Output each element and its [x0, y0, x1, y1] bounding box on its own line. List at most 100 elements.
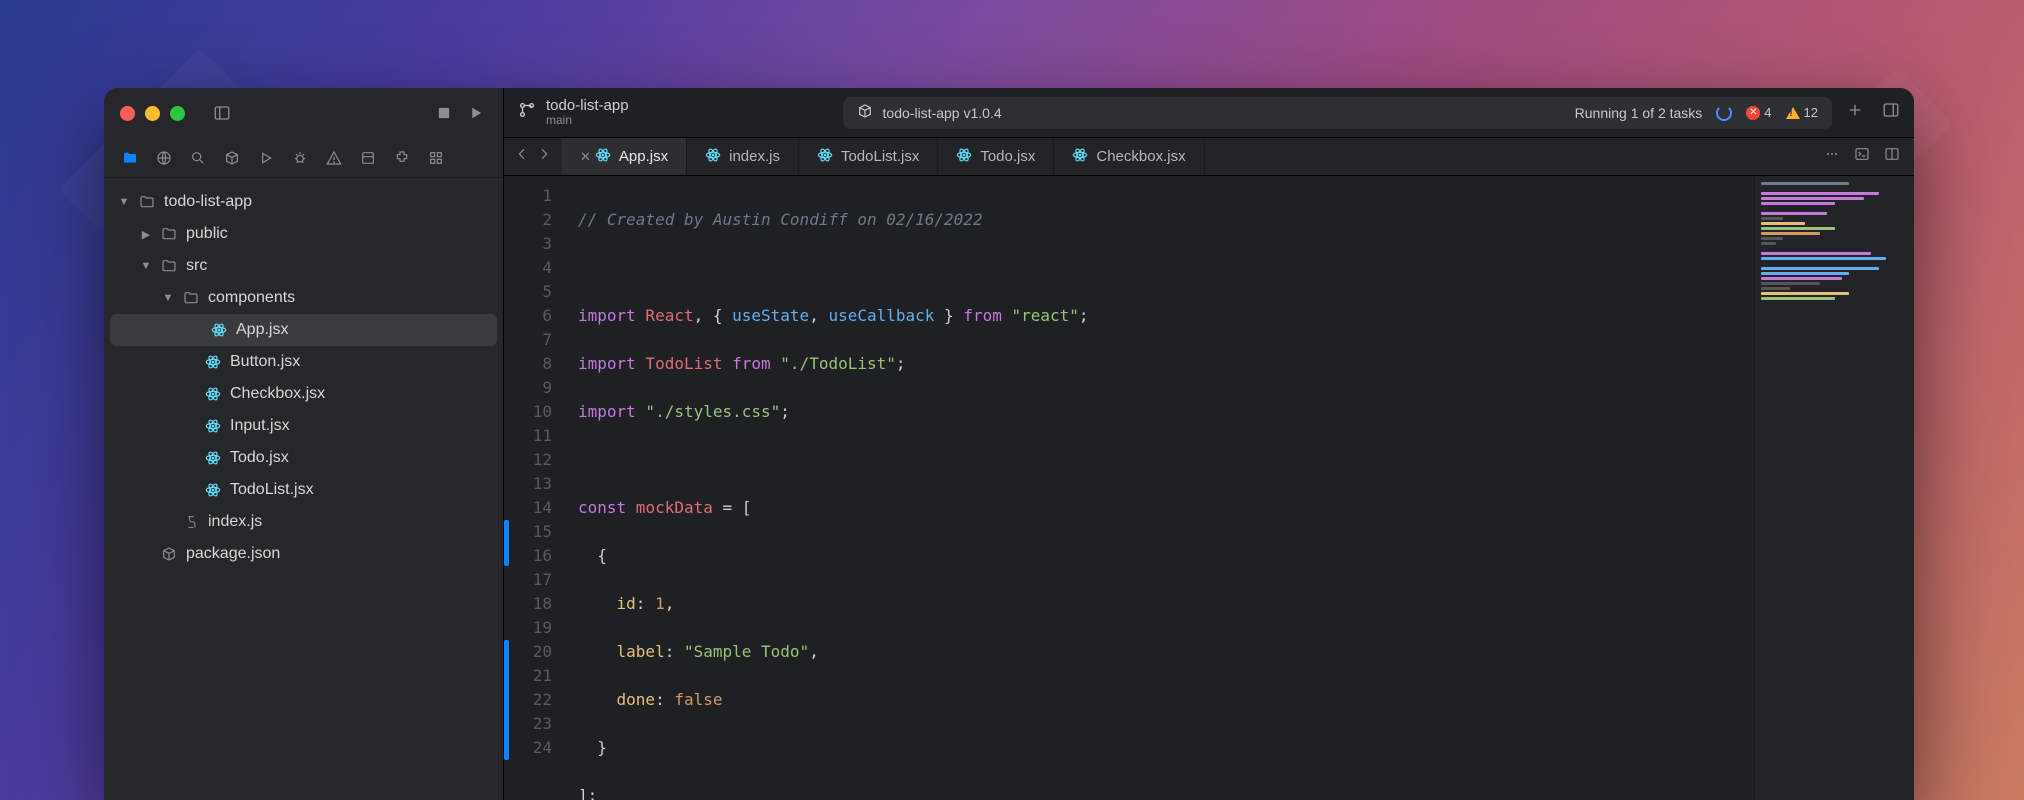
- tab-todo-jsx[interactable]: Todo.jsx: [938, 138, 1054, 175]
- line-number: 16: [510, 544, 552, 568]
- extension-icon[interactable]: [388, 144, 416, 172]
- more-icon[interactable]: [1824, 146, 1840, 167]
- react-icon: [595, 147, 611, 167]
- cube-icon: [857, 103, 873, 122]
- react-icon: [210, 322, 228, 338]
- tree-item-button-jsx[interactable]: Button.jsx: [104, 346, 503, 378]
- grid-icon[interactable]: [422, 144, 450, 172]
- tree-item-public[interactable]: ▶public: [104, 218, 503, 250]
- tab-checkbox-jsx[interactable]: Checkbox.jsx: [1054, 138, 1204, 175]
- line-number: 9: [510, 376, 552, 400]
- line-number: 18: [510, 592, 552, 616]
- debug-icon[interactable]: [286, 144, 314, 172]
- line-number: 21: [510, 664, 552, 688]
- line-number: 6: [510, 304, 552, 328]
- warning-icon[interactable]: [320, 144, 348, 172]
- folder-icon: [182, 290, 200, 306]
- react-icon: [204, 482, 222, 498]
- stop-button[interactable]: [433, 104, 455, 122]
- play-outline-icon[interactable]: [252, 144, 280, 172]
- sidebar-tool-row: [104, 138, 503, 178]
- braces-icon: [182, 514, 200, 530]
- folder-icon: [160, 226, 178, 242]
- tree-item-todo-list-app[interactable]: ▼todo-list-app: [104, 186, 503, 218]
- line-number: 10: [510, 400, 552, 424]
- react-icon: [204, 386, 222, 402]
- warning-badge[interactable]: 12: [1786, 105, 1818, 120]
- tab-label: TodoList.jsx: [841, 148, 919, 165]
- react-icon: [956, 147, 972, 167]
- line-number: 4: [510, 256, 552, 280]
- close-tab-icon[interactable]: ✕: [580, 149, 591, 165]
- spinner-icon: [1716, 105, 1732, 121]
- minimap[interactable]: [1754, 176, 1914, 800]
- minimize-window-button[interactable]: [145, 106, 160, 121]
- chevron-down-icon: ▼: [118, 196, 130, 208]
- tree-item-components[interactable]: ▼components: [104, 282, 503, 314]
- line-number: 3: [510, 232, 552, 256]
- tab-index-js[interactable]: index.js: [687, 138, 799, 175]
- add-button[interactable]: [1846, 101, 1864, 124]
- tree-item-src[interactable]: ▼src: [104, 250, 503, 282]
- tree-item-index-js[interactable]: index.js: [104, 506, 503, 538]
- nav-forward-button[interactable]: [536, 146, 552, 167]
- toggle-right-panel-button[interactable]: [1882, 101, 1900, 124]
- traffic-lights: [120, 106, 185, 121]
- tree-item-label: src: [186, 257, 207, 275]
- ide-window: ▼todo-list-app▶public▼src▼componentsApp.…: [104, 88, 1914, 800]
- layout-icon[interactable]: [354, 144, 382, 172]
- branch-name: main: [546, 114, 629, 128]
- tab-label: Checkbox.jsx: [1096, 148, 1185, 165]
- package-icon: [160, 546, 178, 562]
- tree-item-todo-jsx[interactable]: Todo.jsx: [104, 442, 503, 474]
- split-editor-icon[interactable]: [1884, 146, 1900, 167]
- package-icon[interactable]: [218, 144, 246, 172]
- chevron-right-icon: ▶: [140, 228, 152, 241]
- tree-item-label: index.js: [208, 513, 262, 531]
- search-icon[interactable]: [184, 144, 212, 172]
- tree-item-label: package.json: [186, 545, 280, 563]
- nav-back-button[interactable]: [514, 146, 530, 167]
- line-number: 24: [510, 736, 552, 760]
- tree-item-package-json[interactable]: package.json: [104, 538, 503, 570]
- tab-app-jsx[interactable]: ✕App.jsx: [562, 138, 687, 175]
- tree-item-label: App.jsx: [236, 321, 288, 339]
- code-content[interactable]: // Created by Austin Condiff on 02/16/20…: [566, 176, 1754, 800]
- close-window-button[interactable]: [120, 106, 135, 121]
- tree-item-label: Button.jsx: [230, 353, 300, 371]
- line-number: 5: [510, 280, 552, 304]
- branch-selector[interactable]: todo-list-app main: [518, 97, 629, 128]
- tab-todolist-jsx[interactable]: TodoList.jsx: [799, 138, 938, 175]
- branch-icon: [518, 101, 536, 124]
- toggle-sidebar-button[interactable]: [211, 104, 233, 122]
- globe-icon[interactable]: [150, 144, 178, 172]
- line-number: 22: [510, 688, 552, 712]
- tree-item-label: Checkbox.jsx: [230, 385, 325, 403]
- line-number: 12: [510, 448, 552, 472]
- line-number: 20: [510, 640, 552, 664]
- react-icon: [1072, 147, 1088, 167]
- react-icon: [705, 147, 721, 167]
- sidebar: ▼todo-list-app▶public▼src▼componentsApp.…: [104, 88, 504, 800]
- error-badge[interactable]: ✕4: [1746, 105, 1771, 120]
- gutter-markers: [504, 176, 510, 800]
- line-number: 15: [510, 520, 552, 544]
- tree-item-checkbox-jsx[interactable]: Checkbox.jsx: [104, 378, 503, 410]
- maximize-window-button[interactable]: [170, 106, 185, 121]
- run-button[interactable]: [465, 104, 487, 122]
- line-number: 17: [510, 568, 552, 592]
- project-name: todo-list-app: [546, 97, 629, 114]
- build-status-pill[interactable]: todo-list-app v1.0.4 Running 1 of 2 task…: [843, 97, 1832, 129]
- code-editor[interactable]: 123456789101112131415161718192021222324 …: [504, 176, 1914, 800]
- explorer-icon[interactable]: [116, 144, 144, 172]
- terminal-icon[interactable]: [1854, 146, 1870, 167]
- tree-item-app-jsx[interactable]: App.jsx: [110, 314, 497, 346]
- tree-item-label: Todo.jsx: [230, 449, 289, 467]
- tree-item-todolist-jsx[interactable]: TodoList.jsx: [104, 474, 503, 506]
- tree-item-label: Input.jsx: [230, 417, 290, 435]
- react-icon: [204, 418, 222, 434]
- tree-item-input-jsx[interactable]: Input.jsx: [104, 410, 503, 442]
- line-number: 8: [510, 352, 552, 376]
- folder-icon: [138, 194, 156, 210]
- top-bar: todo-list-app main todo-list-app v1.0.4 …: [504, 88, 1914, 138]
